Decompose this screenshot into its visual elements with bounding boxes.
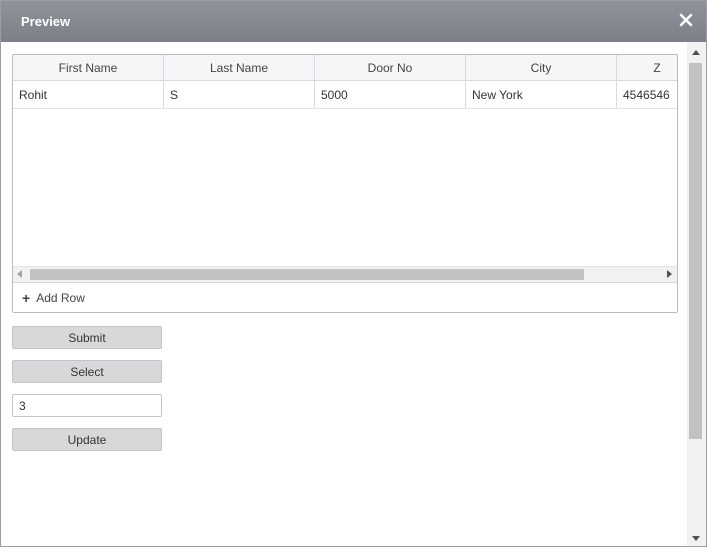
data-grid: First Name Last Name Door No City Z Rohi… <box>12 54 678 313</box>
dialog-titlebar[interactable]: Preview <box>1 1 706 42</box>
vertical-scrollbar[interactable] <box>687 42 706 546</box>
submit-button[interactable]: Submit <box>12 326 162 349</box>
scroll-left-icon[interactable] <box>17 270 22 278</box>
dialog-content: First Name Last Name Door No City Z Rohi… <box>1 42 687 546</box>
select-button[interactable]: Select <box>12 360 162 383</box>
column-header-last-name[interactable]: Last Name <box>164 55 315 80</box>
grid-header: First Name Last Name Door No City Z <box>13 55 677 81</box>
number-input[interactable] <box>12 394 162 417</box>
dialog-title: Preview <box>21 14 71 29</box>
column-header-zip[interactable]: Z <box>617 55 677 80</box>
scroll-down-icon[interactable] <box>692 536 700 541</box>
table-cell[interactable]: S <box>164 81 315 108</box>
column-header-city[interactable]: City <box>466 55 617 80</box>
table-cell[interactable]: 5000 <box>315 81 466 108</box>
table-cell[interactable]: Rohit <box>13 81 164 108</box>
column-header-first-name[interactable]: First Name <box>13 55 164 80</box>
preview-dialog: Preview First Name Last Name Door No Cit… <box>0 0 707 547</box>
grid-footer: + Add Row <box>13 282 677 312</box>
vertical-scroll-thumb[interactable] <box>689 63 702 439</box>
horizontal-scrollbar[interactable] <box>13 266 677 282</box>
plus-icon: + <box>22 290 31 306</box>
scroll-right-icon[interactable] <box>667 270 672 278</box>
table-cell[interactable]: 4546546 <box>617 81 677 108</box>
scroll-up-icon[interactable] <box>692 50 700 55</box>
table-row[interactable]: Rohit S 5000 New York 4546546 • <box>13 81 677 109</box>
column-header-door-no[interactable]: Door No <box>315 55 466 80</box>
update-button[interactable]: Update <box>12 428 162 451</box>
close-icon[interactable] <box>678 12 694 28</box>
add-row-label: Add Row <box>36 291 85 305</box>
add-row-button[interactable]: + Add Row <box>22 291 85 305</box>
horizontal-scroll-thumb[interactable] <box>30 269 584 280</box>
table-cell[interactable]: New York <box>466 81 617 108</box>
